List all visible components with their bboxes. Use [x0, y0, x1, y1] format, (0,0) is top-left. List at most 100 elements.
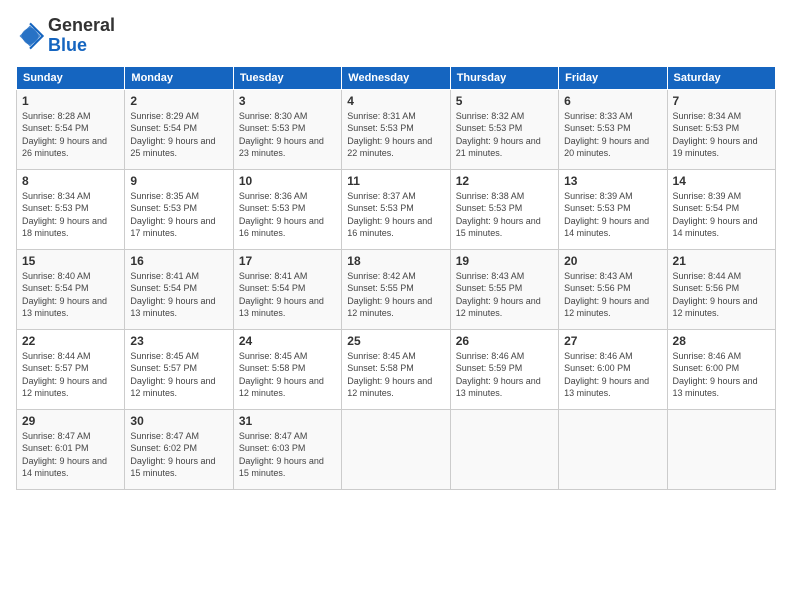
day-info: Sunrise: 8:35 AMSunset: 5:53 PMDaylight:… — [130, 190, 227, 240]
day-info: Sunrise: 8:45 AMSunset: 5:58 PMDaylight:… — [239, 350, 336, 400]
weekday-header: Saturday — [667, 66, 775, 89]
day-info: Sunrise: 8:28 AMSunset: 5:54 PMDaylight:… — [22, 110, 119, 160]
day-info: Sunrise: 8:36 AMSunset: 5:53 PMDaylight:… — [239, 190, 336, 240]
day-number: 15 — [22, 254, 119, 268]
weekday-header: Tuesday — [233, 66, 341, 89]
day-number: 10 — [239, 174, 336, 188]
day-number: 12 — [456, 174, 553, 188]
calendar-week-row: 22 Sunrise: 8:44 AMSunset: 5:57 PMDayligh… — [17, 329, 776, 409]
calendar-day-cell: 21Sunrise: 8:44 AMSunset: 5:56 PMDayligh… — [667, 249, 775, 329]
day-info: Sunrise: 8:46 AMSunset: 6:00 PMDaylight:… — [564, 350, 661, 400]
calendar-day-cell: 17 Sunrise: 8:41 AMSunset: 5:54 PMDayligh… — [233, 249, 341, 329]
weekday-header: Monday — [125, 66, 233, 89]
weekday-header: Wednesday — [342, 66, 450, 89]
day-number: 6 — [564, 94, 661, 108]
calendar-day-cell: 6 Sunrise: 8:33 AMSunset: 5:53 PMDaylight… — [559, 89, 667, 169]
calendar-day-cell: 27 Sunrise: 8:46 AMSunset: 6:00 PMDayligh… — [559, 329, 667, 409]
day-number: 3 — [239, 94, 336, 108]
day-number: 11 — [347, 174, 444, 188]
logo-icon — [16, 22, 44, 50]
day-number: 4 — [347, 94, 444, 108]
day-number: 1 — [22, 94, 119, 108]
day-number: 29 — [22, 414, 119, 428]
day-info: Sunrise: 8:38 AMSunset: 5:53 PMDaylight:… — [456, 190, 553, 240]
day-info: Sunrise: 8:46 AMSunset: 6:00 PMDaylight:… — [673, 350, 770, 400]
calendar-day-cell: 10 Sunrise: 8:36 AMSunset: 5:53 PMDayligh… — [233, 169, 341, 249]
day-number: 7 — [673, 94, 770, 108]
day-info: Sunrise: 8:42 AMSunset: 5:55 PMDaylight:… — [347, 270, 444, 320]
calendar-day-cell: 30Sunrise: 8:47 AMSunset: 6:02 PMDayligh… — [125, 409, 233, 489]
day-number: 22 — [22, 334, 119, 348]
day-number: 21 — [673, 254, 770, 268]
logo: General Blue — [16, 16, 115, 56]
calendar-week-row: 1 Sunrise: 8:28 AMSunset: 5:54 PMDaylight… — [17, 89, 776, 169]
calendar-day-cell: 3 Sunrise: 8:30 AMSunset: 5:53 PMDaylight… — [233, 89, 341, 169]
calendar-day-cell: 19 Sunrise: 8:43 AMSunset: 5:55 PMDayligh… — [450, 249, 558, 329]
calendar-day-cell: 25Sunrise: 8:45 AMSunset: 5:58 PMDayligh… — [342, 329, 450, 409]
calendar-day-cell: 18 Sunrise: 8:42 AMSunset: 5:55 PMDayligh… — [342, 249, 450, 329]
calendar-day-cell: 26 Sunrise: 8:46 AMSunset: 5:59 PMDayligh… — [450, 329, 558, 409]
calendar-header: SundayMondayTuesdayWednesdayThursdayFrid… — [17, 66, 776, 89]
weekday-row: SundayMondayTuesdayWednesdayThursdayFrid… — [17, 66, 776, 89]
day-number: 17 — [239, 254, 336, 268]
day-info: Sunrise: 8:40 AMSunset: 5:54 PMDaylight:… — [22, 270, 119, 320]
day-number: 18 — [347, 254, 444, 268]
day-info: Sunrise: 8:46 AMSunset: 5:59 PMDaylight:… — [456, 350, 553, 400]
weekday-header: Friday — [559, 66, 667, 89]
day-info: Sunrise: 8:47 AMSunset: 6:01 PMDaylight:… — [22, 430, 119, 480]
day-info: Sunrise: 8:33 AMSunset: 5:53 PMDaylight:… — [564, 110, 661, 160]
page-container: General Blue SundayMondayTuesdayWednesda… — [0, 0, 792, 498]
calendar-day-cell: 14 Sunrise: 8:39 AMSunset: 5:54 PMDayligh… — [667, 169, 775, 249]
day-number: 5 — [456, 94, 553, 108]
day-info: Sunrise: 8:44 AMSunset: 5:57 PMDaylight:… — [22, 350, 119, 400]
day-number: 19 — [456, 254, 553, 268]
calendar-day-cell: 8Sunrise: 8:34 AMSunset: 5:53 PMDaylight… — [17, 169, 125, 249]
calendar-day-cell: 24Sunrise: 8:45 AMSunset: 5:58 PMDayligh… — [233, 329, 341, 409]
day-info: Sunrise: 8:34 AMSunset: 5:53 PMDaylight:… — [673, 110, 770, 160]
calendar-body: 1 Sunrise: 8:28 AMSunset: 5:54 PMDaylight… — [17, 89, 776, 489]
calendar-day-cell — [667, 409, 775, 489]
calendar-day-cell: 9Sunrise: 8:35 AMSunset: 5:53 PMDaylight… — [125, 169, 233, 249]
logo-text: General Blue — [48, 16, 115, 56]
calendar-day-cell: 11 Sunrise: 8:37 AMSunset: 5:53 PMDayligh… — [342, 169, 450, 249]
calendar-day-cell: 16Sunrise: 8:41 AMSunset: 5:54 PMDayligh… — [125, 249, 233, 329]
calendar-day-cell — [342, 409, 450, 489]
page-header: General Blue — [16, 16, 776, 56]
day-info: Sunrise: 8:41 AMSunset: 5:54 PMDaylight:… — [239, 270, 336, 320]
day-number: 23 — [130, 334, 227, 348]
calendar-week-row: 8Sunrise: 8:34 AMSunset: 5:53 PMDaylight… — [17, 169, 776, 249]
calendar-day-cell: 31 Sunrise: 8:47 AMSunset: 6:03 PMDayligh… — [233, 409, 341, 489]
calendar-day-cell: 5 Sunrise: 8:32 AMSunset: 5:53 PMDaylight… — [450, 89, 558, 169]
calendar-day-cell: 23Sunrise: 8:45 AMSunset: 5:57 PMDayligh… — [125, 329, 233, 409]
weekday-header: Sunday — [17, 66, 125, 89]
calendar-day-cell: 7 Sunrise: 8:34 AMSunset: 5:53 PMDaylight… — [667, 89, 775, 169]
day-info: Sunrise: 8:39 AMSunset: 5:54 PMDaylight:… — [673, 190, 770, 240]
day-info: Sunrise: 8:37 AMSunset: 5:53 PMDaylight:… — [347, 190, 444, 240]
day-info: Sunrise: 8:30 AMSunset: 5:53 PMDaylight:… — [239, 110, 336, 160]
calendar-day-cell: 15 Sunrise: 8:40 AMSunset: 5:54 PMDayligh… — [17, 249, 125, 329]
day-info: Sunrise: 8:43 AMSunset: 5:55 PMDaylight:… — [456, 270, 553, 320]
calendar-day-cell: 2Sunrise: 8:29 AMSunset: 5:54 PMDaylight… — [125, 89, 233, 169]
day-info: Sunrise: 8:41 AMSunset: 5:54 PMDaylight:… — [130, 270, 227, 320]
day-number: 26 — [456, 334, 553, 348]
calendar-day-cell: 22 Sunrise: 8:44 AMSunset: 5:57 PMDayligh… — [17, 329, 125, 409]
calendar-day-cell: 4 Sunrise: 8:31 AMSunset: 5:53 PMDaylight… — [342, 89, 450, 169]
day-info: Sunrise: 8:31 AMSunset: 5:53 PMDaylight:… — [347, 110, 444, 160]
weekday-header: Thursday — [450, 66, 558, 89]
day-info: Sunrise: 8:32 AMSunset: 5:53 PMDaylight:… — [456, 110, 553, 160]
day-number: 13 — [564, 174, 661, 188]
calendar-day-cell: 1 Sunrise: 8:28 AMSunset: 5:54 PMDaylight… — [17, 89, 125, 169]
calendar-day-cell: 29 Sunrise: 8:47 AMSunset: 6:01 PMDayligh… — [17, 409, 125, 489]
day-number: 31 — [239, 414, 336, 428]
day-info: Sunrise: 8:47 AMSunset: 6:03 PMDaylight:… — [239, 430, 336, 480]
day-number: 20 — [564, 254, 661, 268]
calendar-day-cell: 12 Sunrise: 8:38 AMSunset: 5:53 PMDayligh… — [450, 169, 558, 249]
day-number: 28 — [673, 334, 770, 348]
calendar-table: SundayMondayTuesdayWednesdayThursdayFrid… — [16, 66, 776, 490]
day-number: 30 — [130, 414, 227, 428]
day-number: 27 — [564, 334, 661, 348]
day-number: 14 — [673, 174, 770, 188]
day-number: 8 — [22, 174, 119, 188]
day-info: Sunrise: 8:45 AMSunset: 5:58 PMDaylight:… — [347, 350, 444, 400]
day-info: Sunrise: 8:43 AMSunset: 5:56 PMDaylight:… — [564, 270, 661, 320]
